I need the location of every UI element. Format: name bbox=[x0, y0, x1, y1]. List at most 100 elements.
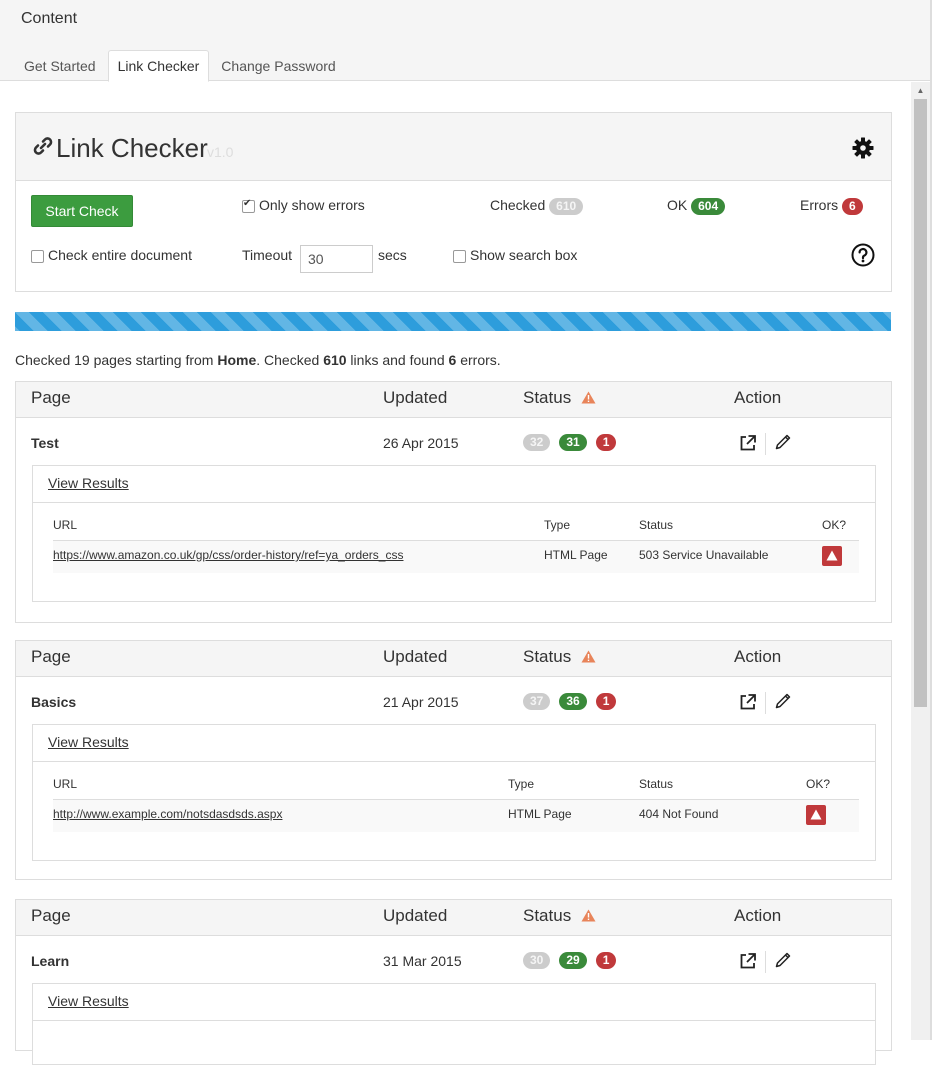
panel-header: Link Checker v1.0 bbox=[16, 113, 891, 181]
checked-label: Checked bbox=[490, 197, 546, 213]
results-panel: View Results URL Type Status OK? http://… bbox=[32, 724, 876, 861]
total-links-badge: 37 bbox=[523, 693, 551, 710]
result-url: http://www.example.com/notsdasdsds.aspx bbox=[53, 807, 282, 821]
checked-count-badge: 610 bbox=[549, 197, 584, 215]
panel-title: Link Checker bbox=[56, 133, 208, 163]
total-links-badge: 30 bbox=[523, 952, 551, 969]
results-header-type: Type bbox=[508, 777, 535, 791]
start-check-button[interactable]: Start Check bbox=[31, 195, 133, 227]
ok-stat: OK 604 bbox=[667, 197, 726, 215]
view-results-link[interactable]: View Results bbox=[48, 475, 129, 491]
show-search-box-label: Show search box bbox=[470, 247, 578, 263]
warning-icon bbox=[581, 391, 596, 404]
tab-change-password[interactable]: Change Password bbox=[211, 50, 345, 82]
help-icon[interactable] bbox=[851, 243, 875, 267]
page-name[interactable]: Learn bbox=[31, 953, 69, 969]
summary-links-count: 610 bbox=[323, 352, 347, 368]
summary-prefix: Checked 19 pages starting from bbox=[15, 352, 218, 368]
result-status: 404 Not Found bbox=[639, 807, 719, 821]
error-links-badge: 1 bbox=[595, 434, 617, 451]
only-show-errors-checkbox[interactable] bbox=[242, 198, 255, 213]
open-page-icon[interactable] bbox=[739, 952, 757, 970]
page-name[interactable]: Test bbox=[31, 435, 59, 451]
link-checker-panel: Link Checker v1.0 Start Check Only show … bbox=[15, 112, 892, 292]
results-header-ok: OK? bbox=[806, 777, 831, 791]
show-search-box-checkbox[interactable] bbox=[453, 250, 466, 263]
column-header-action: Action bbox=[734, 906, 782, 925]
results-header-status: Status bbox=[639, 777, 674, 791]
gear-icon[interactable] bbox=[852, 137, 874, 159]
error-links-badge: 1 bbox=[595, 693, 617, 710]
status-badges: 30 29 1 bbox=[523, 952, 617, 969]
edit-pencil-icon[interactable] bbox=[775, 952, 791, 968]
summary-mid: . Checked bbox=[256, 352, 324, 368]
ok-count-badge: 604 bbox=[691, 197, 726, 215]
errors-stat: Errors 6 bbox=[800, 197, 863, 215]
tab-link-checker[interactable]: Link Checker bbox=[107, 50, 210, 82]
page-result-section: Page Updated Status Action Test 26 Apr 2… bbox=[15, 381, 892, 623]
error-indicator-button[interactable] bbox=[822, 546, 842, 566]
result-type: HTML Page bbox=[544, 548, 608, 562]
version-label: v1.0 bbox=[207, 144, 234, 160]
results-header-status: Status bbox=[639, 518, 674, 532]
column-header-page: Page bbox=[31, 388, 71, 407]
checked-stat: Checked 610 bbox=[490, 197, 584, 215]
page-updated-date: 21 Apr 2015 bbox=[383, 694, 459, 710]
action-divider bbox=[765, 951, 766, 973]
divider bbox=[33, 1020, 875, 1021]
column-header-status: Status bbox=[523, 388, 572, 407]
broken-link[interactable]: https://www.amazon.co.uk/gp/css/order-hi… bbox=[53, 548, 403, 562]
warning-triangle-icon bbox=[810, 809, 822, 820]
section-header: Page Updated Status Action bbox=[16, 900, 891, 936]
only-show-errors-label: Only show errors bbox=[259, 197, 365, 213]
open-page-icon[interactable] bbox=[739, 434, 757, 452]
page-name[interactable]: Basics bbox=[31, 694, 76, 710]
view-results-link[interactable]: View Results bbox=[48, 734, 129, 750]
ok-links-badge: 29 bbox=[559, 952, 587, 969]
column-header-updated: Updated bbox=[383, 388, 448, 407]
table-row: http://www.example.com/notsdasdsds.aspx … bbox=[53, 799, 859, 832]
view-results-link[interactable]: View Results bbox=[48, 993, 129, 1009]
broken-link[interactable]: http://www.example.com/notsdasdsds.aspx bbox=[53, 807, 282, 821]
page-result-section: Page Updated Status Action Learn 31 Mar … bbox=[15, 899, 892, 1065]
total-links-badge: 32 bbox=[523, 434, 551, 451]
results-panel: View Results bbox=[32, 983, 876, 1065]
check-entire-document-label: Check entire document bbox=[48, 247, 192, 263]
open-page-icon[interactable] bbox=[739, 693, 757, 711]
errors-count-badge: 6 bbox=[842, 197, 863, 215]
results-header-url: URL bbox=[53, 518, 78, 532]
app-title: Content bbox=[21, 10, 78, 27]
link-icon bbox=[33, 137, 53, 155]
warning-icon bbox=[581, 909, 596, 922]
results-header-ok: OK? bbox=[822, 518, 847, 532]
page-updated-date: 26 Apr 2015 bbox=[383, 435, 459, 451]
tab-get-started[interactable]: Get Started bbox=[14, 50, 106, 82]
column-header-status: Status bbox=[523, 647, 572, 666]
section-header: Page Updated Status Action bbox=[16, 641, 891, 677]
ok-label: OK bbox=[667, 197, 688, 213]
summary-suffix: errors. bbox=[456, 352, 501, 368]
page-updated-date: 31 Mar 2015 bbox=[383, 953, 462, 969]
warning-icon bbox=[581, 650, 596, 663]
results-header-url: URL bbox=[53, 777, 78, 791]
timeout-input[interactable] bbox=[300, 245, 373, 273]
check-entire-document-checkbox[interactable] bbox=[31, 250, 44, 263]
ok-links-badge: 31 bbox=[559, 434, 587, 451]
result-status: 503 Service Unavailable bbox=[639, 548, 769, 562]
scroll-up-arrow-icon[interactable]: ▲ bbox=[911, 84, 930, 98]
check-progress-bar bbox=[15, 312, 891, 331]
warning-triangle-icon bbox=[826, 550, 838, 561]
vertical-scrollbar[interactable]: ▲ bbox=[911, 82, 930, 1040]
column-header-page: Page bbox=[31, 647, 71, 666]
timeout-label: Timeout bbox=[242, 247, 293, 263]
edit-pencil-icon[interactable] bbox=[775, 693, 791, 709]
edit-pencil-icon[interactable] bbox=[775, 434, 791, 450]
column-header-page: Page bbox=[31, 906, 71, 925]
errors-label: Errors bbox=[800, 197, 839, 213]
column-header-status: Status bbox=[523, 906, 572, 925]
error-indicator-button[interactable] bbox=[806, 805, 826, 825]
tab-bar: Get Started Link Checker Change Password bbox=[14, 50, 348, 82]
error-links-badge: 1 bbox=[595, 952, 617, 969]
scrollbar-thumb[interactable] bbox=[914, 99, 927, 707]
summary-text: Checked 19 pages starting from Home. Che… bbox=[15, 352, 501, 368]
